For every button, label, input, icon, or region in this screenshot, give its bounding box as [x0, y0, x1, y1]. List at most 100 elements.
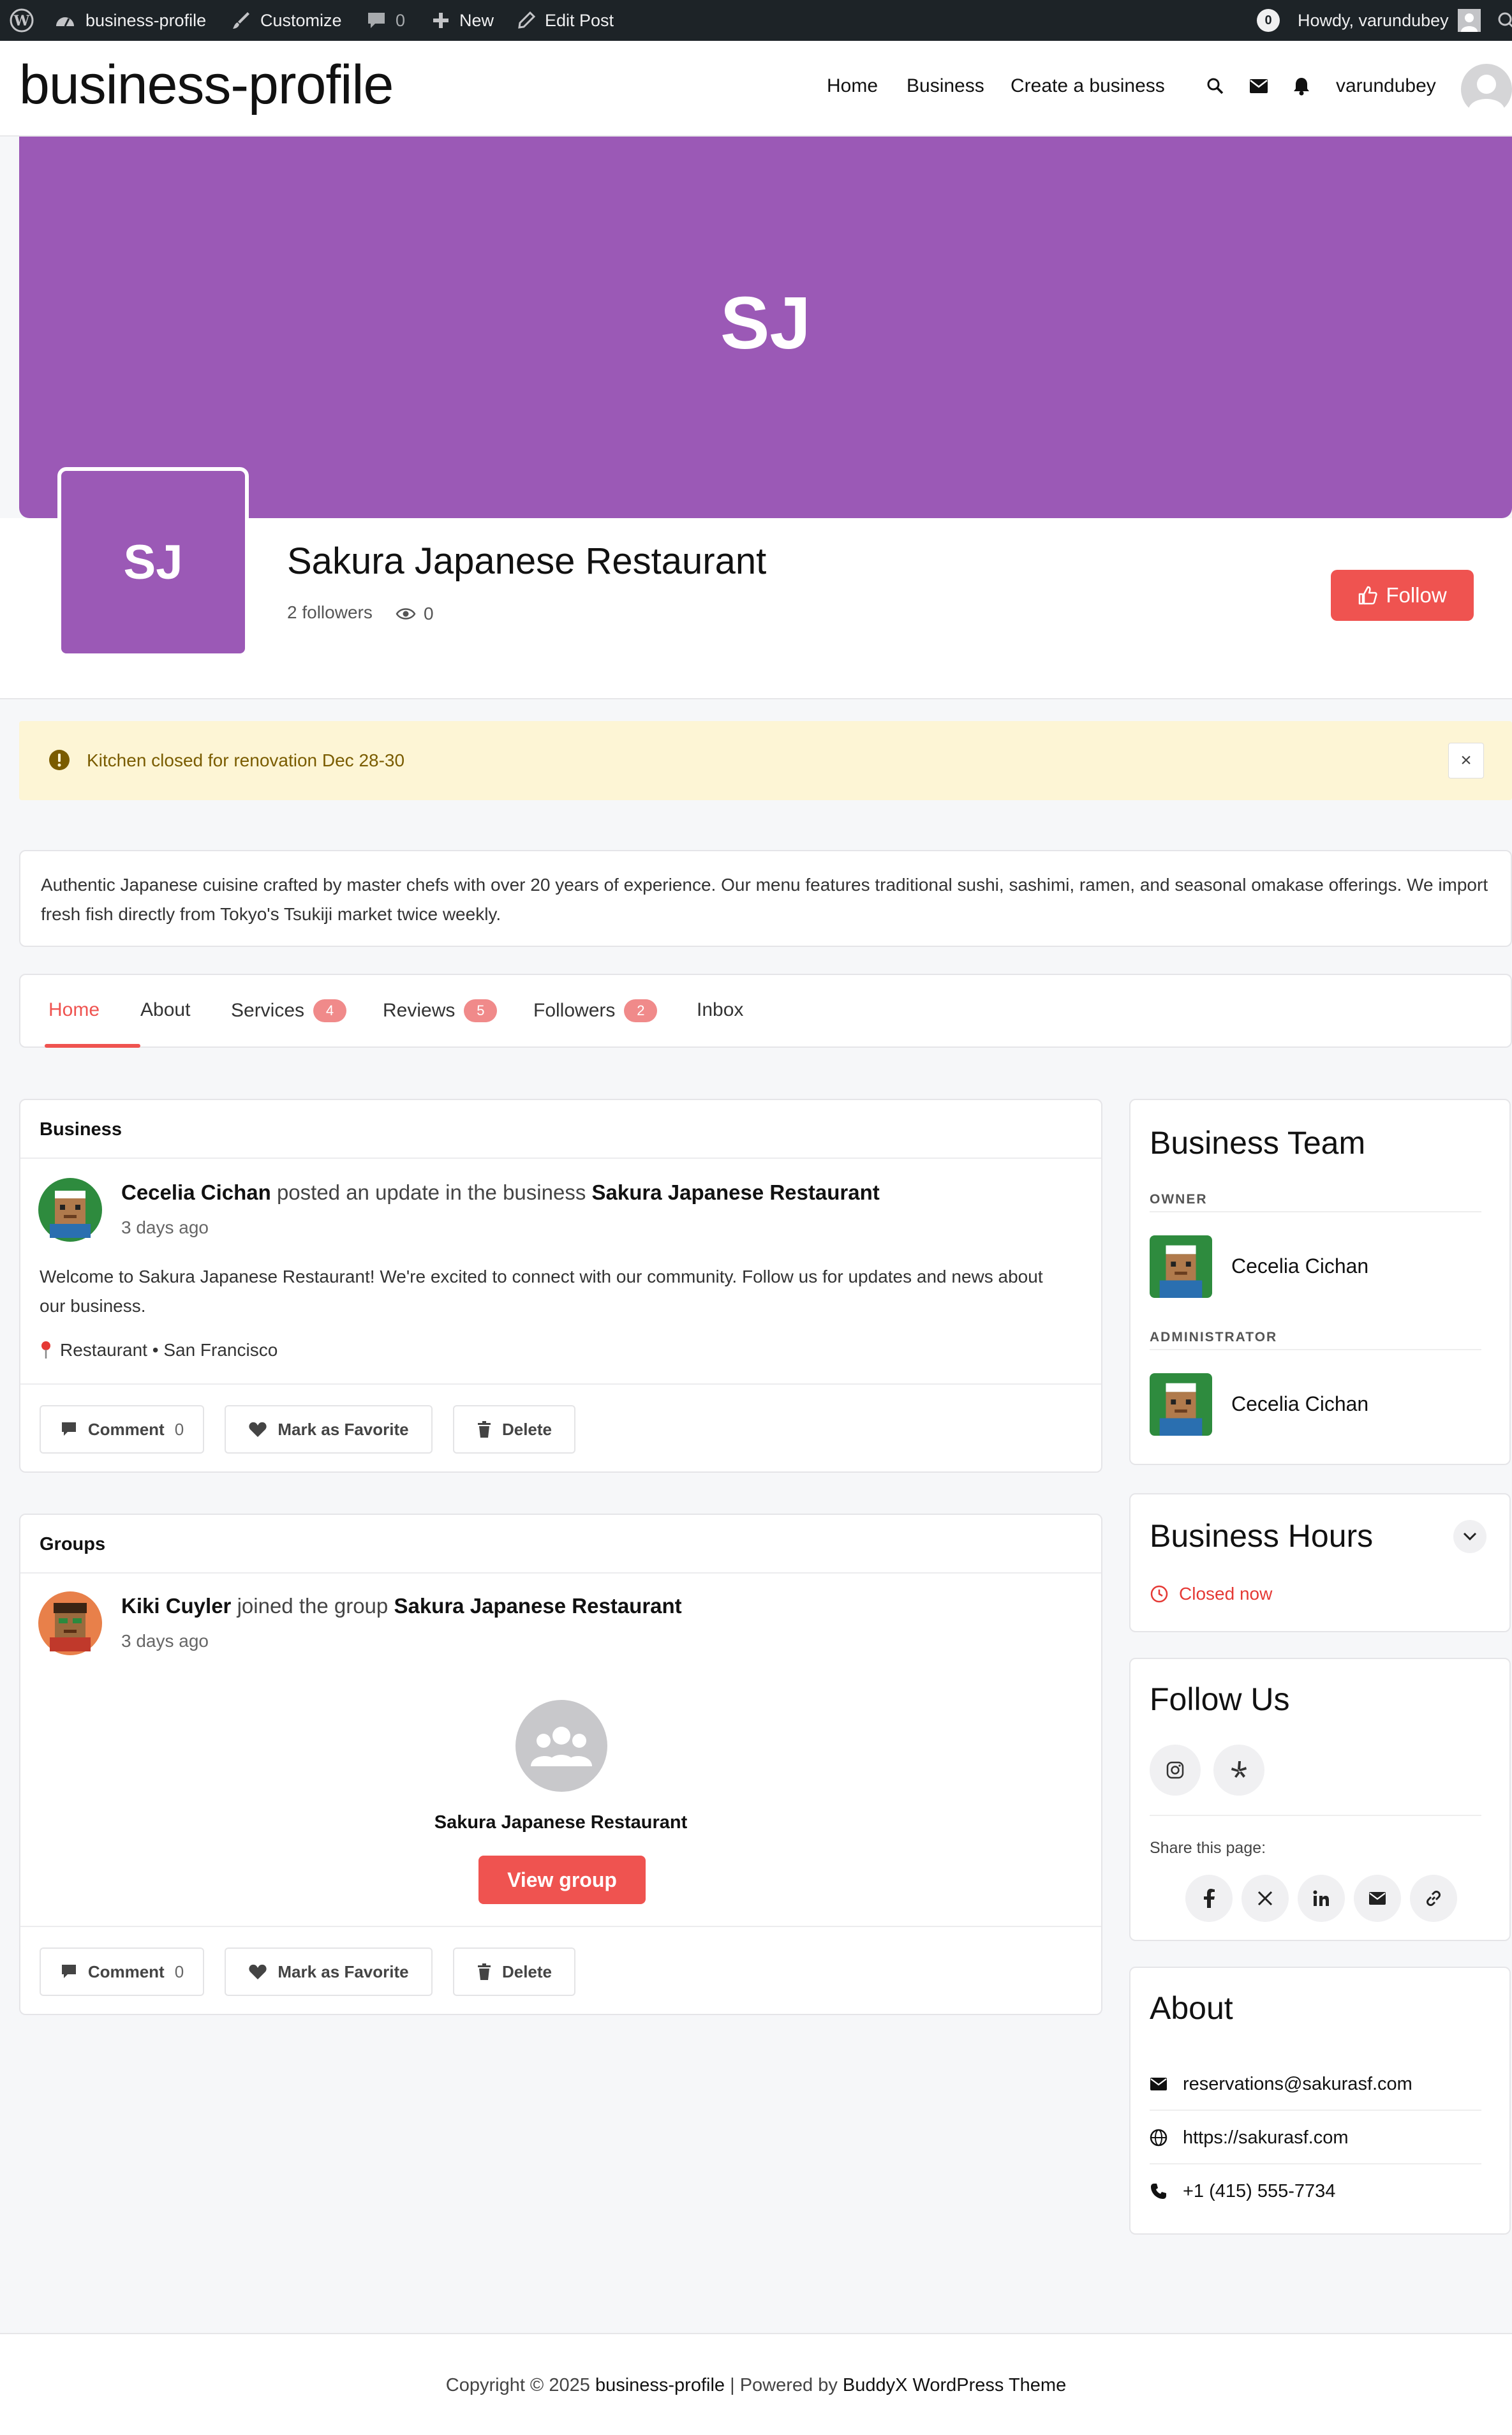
header-avatar[interactable]	[1461, 64, 1512, 115]
admin-customize-link[interactable]: Customize	[231, 0, 342, 41]
activity-target[interactable]: Sakura Japanese Restaurant	[592, 1180, 880, 1204]
activity-body: Welcome to Sakura Japanese Restaurant! W…	[40, 1267, 1043, 1316]
user-avatar[interactable]	[38, 1178, 102, 1242]
widget-business-team: Business Team OWNER Cecelia Cichan ADMIN…	[1129, 1099, 1511, 1465]
notice-text: Kitchen closed for renovation Dec 28-30	[87, 750, 405, 770]
copy-link-icon[interactable]	[1410, 1875, 1457, 1922]
admin-notifications[interactable]: 0	[1257, 0, 1280, 41]
admin-site-link[interactable]: business-profile	[54, 0, 206, 41]
search-icon[interactable]	[1206, 77, 1225, 96]
tab-inbox[interactable]: Inbox	[697, 999, 743, 1021]
comment-icon	[61, 1422, 76, 1436]
divider	[1150, 1815, 1481, 1816]
tab-about[interactable]: About	[140, 999, 190, 1021]
favorite-button[interactable]: Mark as Favorite	[225, 1947, 433, 1996]
footer-site-link[interactable]: business-profile	[595, 2375, 725, 2395]
favorite-label: Mark as Favorite	[278, 1962, 409, 1981]
footer-text: Copyright © 2025 business-profile | Powe…	[0, 2375, 1512, 2396]
header-username[interactable]: varundubey	[1336, 75, 1436, 97]
thumbs-up-icon	[1359, 586, 1377, 605]
member-name[interactable]: Cecelia Cichan	[1231, 1255, 1368, 1278]
instagram-icon[interactable]	[1150, 1745, 1201, 1796]
wordpress-logo-icon[interactable]: W	[9, 0, 34, 41]
member-avatar[interactable]	[1150, 1235, 1212, 1298]
tab-followers[interactable]: Followers 2	[533, 999, 658, 1022]
activity-actor[interactable]: Cecelia Cichan	[121, 1180, 271, 1204]
about-email-row[interactable]: reservations@sakurasf.com	[1150, 2057, 1481, 2111]
admin-comments-link[interactable]: 0	[366, 0, 405, 41]
nav-home[interactable]: Home	[827, 75, 878, 97]
admin-account-menu[interactable]: Howdy, varundubey	[1298, 0, 1481, 41]
linkedin-icon[interactable]	[1298, 1875, 1345, 1922]
site-title[interactable]: business-profile	[19, 54, 394, 117]
footer-theme-link[interactable]: BuddyX WordPress Theme	[843, 2375, 1066, 2395]
phone-icon	[1151, 2184, 1166, 2199]
tab-inbox-label: Inbox	[697, 999, 744, 1020]
cover-initials: SJ	[720, 281, 811, 364]
member-avatar[interactable]	[1150, 1373, 1212, 1436]
activity-actor[interactable]: Kiki Cuyler	[121, 1594, 231, 1618]
delete-button[interactable]: Delete	[453, 1405, 575, 1454]
followers-count[interactable]: 2 followers	[287, 602, 373, 623]
about-website[interactable]: https://sakurasf.com	[1183, 2127, 1349, 2148]
member-name[interactable]: Cecelia Cichan	[1231, 1392, 1368, 1416]
activity-actions: Comment 0 Mark as Favorite Delete	[20, 1383, 1101, 1473]
tab-about-label: About	[140, 999, 191, 1020]
bell-icon[interactable]	[1293, 77, 1310, 96]
follow-button[interactable]: Follow	[1331, 570, 1474, 621]
tab-services-label: Services	[231, 1000, 305, 1021]
favorite-button[interactable]: Mark as Favorite	[225, 1405, 433, 1454]
about-website-row[interactable]: https://sakurasf.com	[1150, 2111, 1481, 2164]
activity-action: posted an update in the business	[276, 1180, 586, 1204]
active-tab-indicator	[45, 1044, 140, 1048]
activity-action: joined the group	[237, 1594, 389, 1618]
yelp-icon[interactable]	[1213, 1745, 1264, 1796]
admin-avatar-icon	[1457, 9, 1481, 32]
tab-services[interactable]: Services 4	[231, 999, 347, 1022]
admin-search-icon[interactable]	[1497, 0, 1512, 41]
about-phone[interactable]: +1 (415) 555-7734	[1183, 2181, 1335, 2202]
nav-create-business[interactable]: Create a business	[1011, 75, 1165, 97]
pencil-icon	[518, 11, 536, 29]
tab-reviews[interactable]: Reviews 5	[383, 999, 498, 1022]
favorite-label: Mark as Favorite	[278, 1419, 409, 1439]
site-footer: Copyright © 2025 business-profile | Powe…	[0, 2333, 1512, 2435]
admin-new-link[interactable]: New	[431, 0, 494, 41]
delete-button[interactable]: Delete	[453, 1947, 575, 1996]
chevron-down-icon[interactable]	[1453, 1520, 1486, 1553]
mail-icon[interactable]	[1249, 78, 1268, 94]
nav-business[interactable]: Business	[907, 75, 984, 97]
comment-label: Comment	[87, 1962, 165, 1981]
user-avatar[interactable]	[38, 1591, 102, 1655]
notice-banner: Kitchen closed for renovation Dec 28-30 …	[19, 721, 1512, 800]
about-email[interactable]: reservations@sakurasf.com	[1183, 2074, 1412, 2095]
activity-time[interactable]: 3 days ago	[121, 1218, 209, 1238]
view-group-button[interactable]: View group	[478, 1856, 646, 1904]
x-twitter-icon[interactable]	[1241, 1875, 1289, 1922]
activity-target[interactable]: Sakura Japanese Restaurant	[394, 1594, 681, 1618]
group-avatar-icon[interactable]	[515, 1700, 607, 1792]
notice-close-button[interactable]: ×	[1448, 743, 1484, 778]
widget-title: Business Team	[1150, 1125, 1366, 1161]
facebook-icon[interactable]	[1185, 1875, 1233, 1922]
comment-icon	[61, 1965, 76, 1978]
group-name[interactable]: Sakura Japanese Restaurant	[20, 1812, 1101, 1833]
business-name: Sakura Japanese Restaurant	[287, 540, 767, 582]
location-text: Restaurant • San Francisco	[60, 1340, 278, 1360]
comment-count: 0	[174, 1962, 184, 1981]
cover-image: SJ	[19, 137, 1512, 518]
comment-button[interactable]: Comment 0	[40, 1947, 204, 1996]
business-description: Authentic Japanese cuisine crafted by ma…	[19, 850, 1512, 947]
hours-status-text: Closed now	[1179, 1584, 1273, 1604]
admin-edit-post-link[interactable]: Edit Post	[517, 0, 614, 41]
about-phone-row[interactable]: +1 (415) 555-7734	[1150, 2164, 1481, 2218]
email-share-icon[interactable]	[1354, 1875, 1401, 1922]
business-avatar: SJ	[57, 467, 249, 657]
activity-time[interactable]: 3 days ago	[121, 1631, 209, 1651]
share-label: Share this page:	[1150, 1839, 1266, 1857]
divider	[1150, 1349, 1481, 1350]
follow-label: Follow	[1386, 583, 1447, 607]
tab-home[interactable]: Home	[48, 999, 100, 1021]
admin-howdy: Howdy, varundubey	[1298, 10, 1449, 30]
comment-button[interactable]: Comment 0	[40, 1405, 204, 1454]
